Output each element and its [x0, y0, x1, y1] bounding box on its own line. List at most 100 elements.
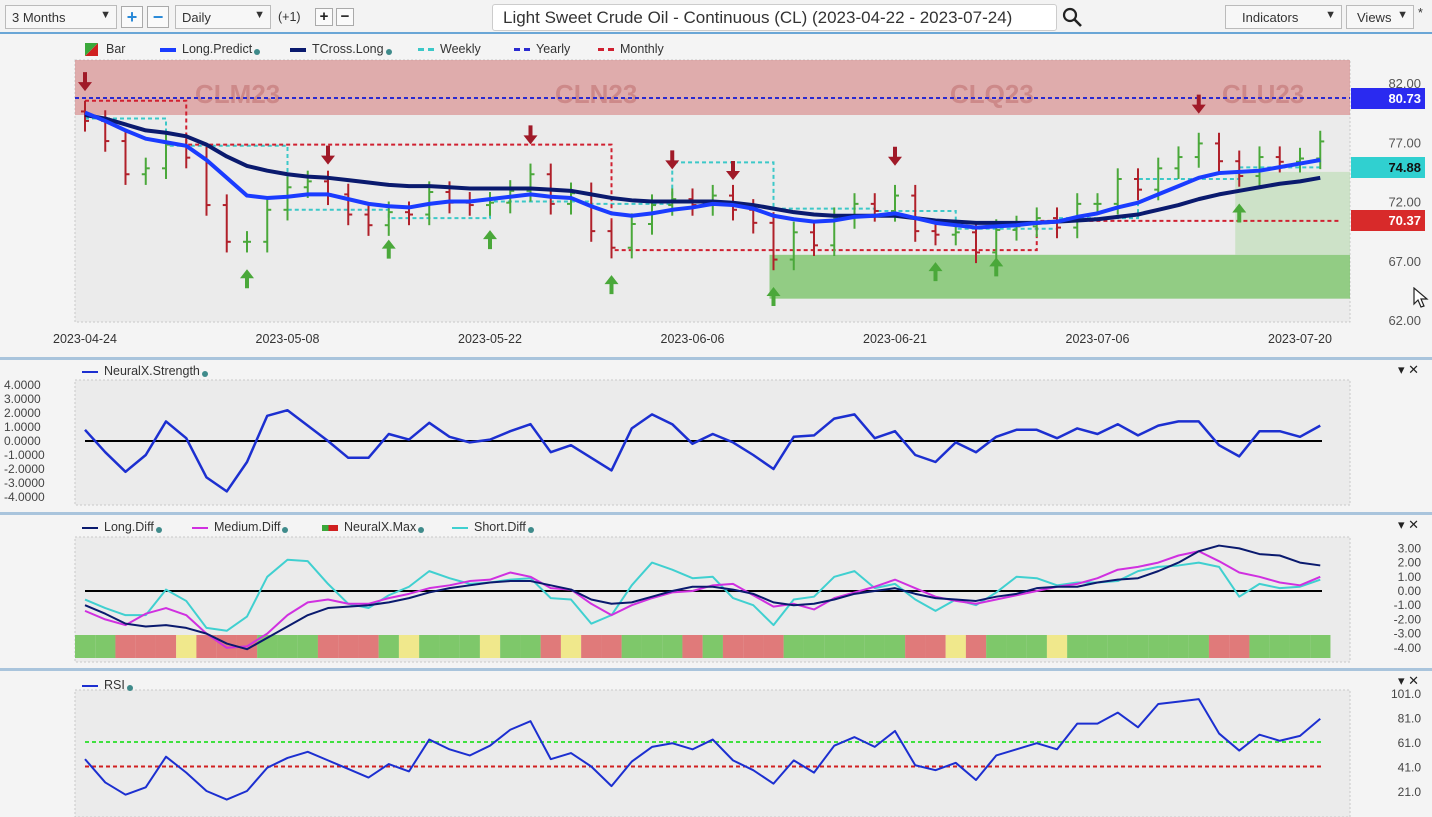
legend-label: Medium.Diff — [214, 520, 281, 534]
legend-monthly[interactable]: Monthly — [598, 42, 664, 56]
chart-canvas[interactable]: CLM23 CLN23 CLQ23 CLU23 82.0077.0072.0067.00… — [0, 0, 1432, 817]
settings-dot-icon[interactable] — [527, 527, 534, 533]
neuralx-max-bar — [884, 635, 906, 658]
panel-menu-icon[interactable]: ▾ ✕ — [1398, 517, 1419, 533]
legend-tcross-long[interactable]: TCross.Long — [290, 42, 392, 56]
legend-neuralx-strength[interactable]: NeuralX.Strength — [82, 364, 208, 378]
strength-tick-label: 0.0000 — [4, 434, 41, 448]
y-tick-label: 77.00 — [1388, 135, 1421, 150]
dash-swatch-icon — [418, 48, 434, 52]
neuralx-max-bar — [95, 635, 116, 658]
neuralx-max-bar — [520, 635, 541, 658]
line-swatch-icon — [82, 526, 98, 529]
plot-area — [74, 379, 1351, 506]
diff-tick-label: -1.00 — [1394, 598, 1422, 612]
legend-weekly[interactable]: Weekly — [418, 42, 481, 56]
neuralx-max-bar — [1107, 635, 1128, 658]
dash-swatch-icon — [514, 48, 530, 52]
settings-dot-icon[interactable] — [282, 527, 289, 533]
neuralx-max-bar — [317, 635, 339, 658]
rsi-tick-label: 41.0 — [1398, 761, 1422, 775]
legend-neuralx-max[interactable]: NeuralX.Max — [322, 520, 425, 534]
neuralx-max-bar — [1168, 635, 1189, 658]
y-tick-label: 62.00 — [1388, 313, 1421, 328]
legend-label: Short.Diff — [474, 520, 526, 534]
settings-dot-icon[interactable] — [126, 685, 133, 691]
neuralx-max-bar — [115, 635, 136, 658]
strength-tick-label: 2.0000 — [4, 406, 41, 420]
legend-medium-diff[interactable]: Medium.Diff — [192, 520, 289, 534]
legend-label: Monthly — [620, 42, 664, 56]
neuralx-max-bar — [1310, 635, 1331, 658]
legend-label: Long.Diff — [104, 520, 154, 534]
diff-tick-label: 1.00 — [1398, 570, 1422, 584]
line-swatch-icon — [192, 526, 208, 529]
neuralx-max-bar — [1188, 635, 1209, 658]
panel-menu-icon[interactable]: ▾ ✕ — [1398, 362, 1419, 378]
neuralx-max-bar — [479, 635, 501, 658]
line-swatch-icon — [82, 684, 98, 687]
neuralx-max-bar — [176, 635, 197, 658]
neuralx-max-bar — [965, 635, 987, 658]
bar-icon — [85, 43, 98, 57]
neuralx-max-bar — [297, 635, 318, 658]
neuralx-max-bar — [1249, 635, 1270, 658]
line-swatch-icon — [452, 526, 468, 529]
forecast-zone — [1235, 171, 1350, 255]
neuralx-max-bar — [155, 635, 177, 658]
y-tick-label: 72.00 — [1388, 195, 1421, 210]
yearly-price-tag: 80.73 — [1351, 88, 1425, 109]
neuralx-max-bar — [1289, 635, 1311, 658]
neuralx-max-bar — [1067, 635, 1088, 658]
legend-long-diff[interactable]: Long.Diff — [82, 520, 162, 534]
legend-rsi[interactable]: RSI — [82, 678, 133, 692]
neuralx-max-bar — [662, 635, 683, 658]
legend-label: NeuralX.Max — [344, 520, 417, 534]
neuralx-max-bar — [986, 635, 1007, 658]
diff-tick-label: -3.00 — [1394, 627, 1422, 641]
x-tick-label: 2023-07-20 — [1268, 332, 1332, 346]
strength-tick-label: 1.0000 — [4, 420, 41, 434]
strength-tick-label: 4.0000 — [4, 378, 41, 392]
legend-label: Weekly — [440, 42, 481, 56]
neuralx-max-bar — [945, 635, 966, 658]
neuralx-max-bar — [722, 635, 744, 658]
legend-yearly[interactable]: Yearly — [514, 42, 570, 56]
settings-dot-icon[interactable] — [201, 371, 208, 377]
panel-divider — [0, 668, 1432, 671]
settings-dot-icon[interactable] — [418, 527, 425, 533]
neuralx-max-bar — [702, 635, 723, 658]
neuralx-max-bar — [1208, 635, 1230, 658]
neuralx-max-bar — [641, 635, 663, 658]
neuralx-max-bar — [824, 635, 845, 658]
settings-dot-icon[interactable] — [254, 49, 261, 55]
neuralx-max-bar — [1269, 635, 1290, 658]
neuralx-max-bar — [1127, 635, 1149, 658]
legend-long-predict[interactable]: Long.Predict — [160, 42, 261, 56]
rsi-tick-label: 61.0 — [1398, 736, 1422, 750]
diff-tick-label: -4.00 — [1394, 641, 1422, 655]
line-swatch-icon — [290, 47, 306, 52]
diff-tick-label: 2.00 — [1398, 556, 1422, 570]
rsi-tick-label: 101.0 — [1391, 687, 1421, 701]
settings-dot-icon[interactable] — [385, 49, 392, 55]
x-tick-label: 2023-06-21 — [863, 332, 927, 346]
neuralx-max-bar — [560, 635, 582, 658]
legend-bar[interactable]: Bar — [85, 42, 125, 57]
settings-dot-icon[interactable] — [155, 527, 162, 533]
neuralx-max-bar — [500, 635, 521, 658]
neuralx-max-bar — [844, 635, 865, 658]
support-zone — [769, 254, 1350, 299]
contract-watermark: CLM23 — [195, 79, 280, 109]
neuralx-max-bar — [75, 635, 96, 658]
neuralx-max-bar — [358, 635, 379, 658]
contract-watermark: CLU23 — [1222, 79, 1304, 109]
contract-watermark: CLQ23 — [950, 79, 1034, 109]
strength-tick-label: -1.0000 — [4, 448, 45, 462]
x-tick-label: 2023-07-06 — [1066, 332, 1130, 346]
legend-label: RSI — [104, 678, 125, 692]
panel-menu-icon[interactable]: ▾ ✕ — [1398, 673, 1419, 689]
contract-watermark: CLN23 — [555, 79, 637, 109]
legend-short-diff[interactable]: Short.Diff — [452, 520, 534, 534]
neuralx-max-bar — [338, 635, 359, 658]
